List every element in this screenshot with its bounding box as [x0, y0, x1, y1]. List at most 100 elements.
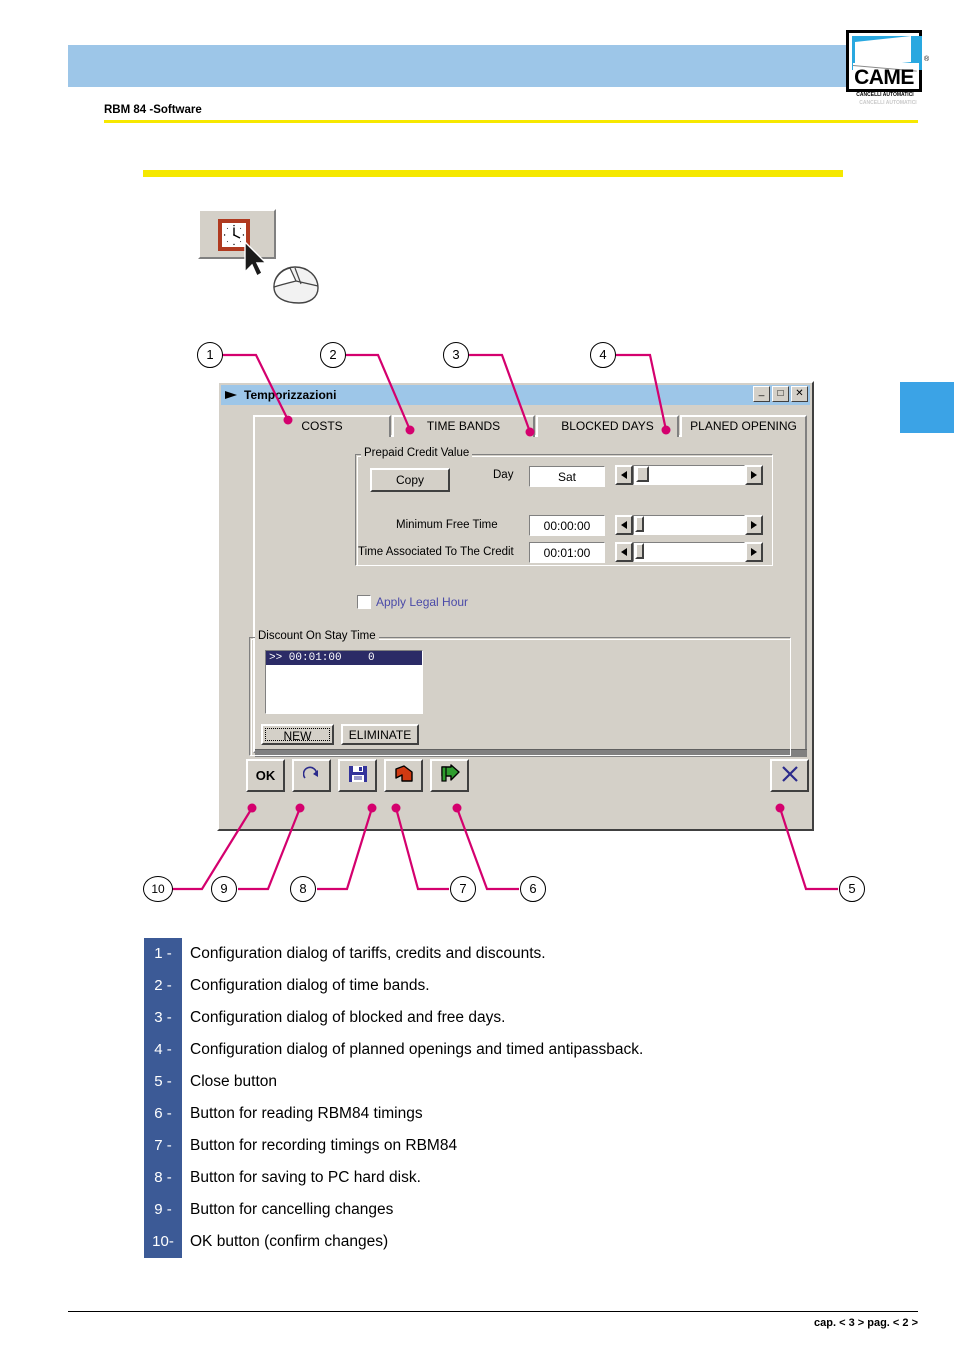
- tab-blocked-days-label: BLOCKED DAYS: [561, 419, 654, 433]
- tab-strip: COSTS TIME BANDS BLOCKED DAYS PLANED OPE…: [253, 415, 807, 437]
- minfree-scroll-track[interactable]: [633, 515, 745, 535]
- arrow-right-icon: [751, 548, 757, 556]
- registered-trademark-icon: ®: [924, 56, 930, 63]
- dialog-title: Temporizzazioni: [244, 388, 337, 402]
- discount-listbox[interactable]: >> 00:01:00 0: [265, 650, 423, 714]
- dialog-toolbar: OK: [223, 759, 809, 798]
- floppy-disk-icon: [348, 764, 368, 787]
- red-arrow-up-icon: [393, 764, 415, 787]
- legend-item: 4 - Configuration dialog of planned open…: [144, 1034, 904, 1066]
- tab-costs-label: COSTS: [301, 419, 343, 433]
- legend-number: 8 -: [144, 1162, 182, 1194]
- legend-text: Button for recording timings on RBM84: [190, 1137, 458, 1154]
- copy-button-label: Copy: [395, 473, 424, 487]
- legend-number: 5 -: [144, 1066, 182, 1098]
- day-scroll-right-button[interactable]: [745, 465, 763, 485]
- tab-planed-opening[interactable]: PLANED OPENING: [680, 415, 807, 437]
- legend-item: 2 - Configuration dialog of time bands.: [144, 970, 904, 1002]
- apply-legal-hour-label[interactable]: Apply Legal Hour: [376, 595, 468, 609]
- minimum-free-time-value[interactable]: 00:00:00: [529, 515, 605, 536]
- day-scroll-left-button[interactable]: [615, 465, 633, 485]
- legend-number: 2 -: [144, 970, 182, 1002]
- read-from-rbm84-button[interactable]: [430, 759, 469, 792]
- save-to-disk-button[interactable]: [338, 759, 377, 792]
- header-band: [68, 45, 851, 87]
- ok-button[interactable]: OK: [246, 759, 285, 792]
- legend-number: 9 -: [144, 1194, 182, 1226]
- legend-text: Configuration dialog of tariffs, credits…: [190, 945, 546, 962]
- legend-number: 1 -: [144, 938, 182, 970]
- new-discount-button[interactable]: NEW: [261, 724, 334, 745]
- title-underline-rule: [104, 120, 918, 123]
- eliminate-discount-button[interactable]: ELIMINATE: [341, 724, 419, 745]
- copy-button[interactable]: Copy: [370, 468, 450, 492]
- day-scroll-thumb[interactable]: [636, 466, 649, 482]
- credit-scroll-right-button[interactable]: [745, 542, 763, 562]
- time-associated-to-credit-value[interactable]: 00:01:00: [529, 542, 605, 563]
- apply-legal-hour-checkbox[interactable]: [357, 595, 371, 609]
- arrow-left-icon: [621, 521, 627, 529]
- footer-rule: [68, 1311, 918, 1312]
- legend-text: Button for saving to PC hard disk.: [190, 1169, 421, 1186]
- tab-blocked-days[interactable]: BLOCKED DAYS: [536, 415, 679, 437]
- day-value[interactable]: Sat: [529, 466, 605, 487]
- tab-time-bands[interactable]: TIME BANDS: [392, 415, 535, 437]
- callout-2: 2: [320, 342, 346, 368]
- legend-item: 7 - Button for recording timings on RBM8…: [144, 1130, 904, 1162]
- credit-scroll-thumb[interactable]: [635, 543, 644, 559]
- app-arrow-icon: [224, 389, 240, 401]
- came-logo: CAME CANCELLI AUTOMATICI CANCELLI AUTOMA…: [846, 30, 936, 108]
- tab-time-bands-label: TIME BANDS: [426, 419, 501, 433]
- x-close-icon: [780, 764, 800, 787]
- time-associated-to-credit-label: Time Associated To The Credit: [358, 546, 514, 558]
- legend-text: OK button (confirm changes): [190, 1233, 389, 1250]
- legend-item: 10- OK button (confirm changes): [144, 1226, 904, 1258]
- legend-text: Button for cancelling changes: [190, 1201, 394, 1218]
- maximize-button[interactable]: □: [772, 386, 789, 402]
- page-title: RBM 84 -Software: [104, 104, 202, 116]
- day-scroll-track[interactable]: [633, 465, 745, 485]
- legend-number: 6 -: [144, 1098, 182, 1130]
- credit-scroll-track[interactable]: [633, 542, 745, 562]
- callout-9: 9: [211, 876, 237, 902]
- minimize-button[interactable]: _: [753, 386, 770, 402]
- arrow-left-icon: [621, 471, 627, 479]
- cancel-changes-button[interactable]: [292, 759, 331, 792]
- mouse-device-icon: [268, 265, 320, 305]
- list-item[interactable]: >> 00:01:00 0: [266, 651, 422, 665]
- tab-planed-opening-label: PLANED OPENING: [690, 419, 797, 433]
- logo-tagline: CANCELLI AUTOMATICI: [856, 92, 914, 98]
- minfree-scroll-thumb[interactable]: [635, 516, 644, 532]
- callout-3: 3: [443, 342, 469, 368]
- write-to-rbm84-button[interactable]: [384, 759, 423, 792]
- day-label: Day: [493, 469, 514, 481]
- legend-text: Configuration dialog of blocked and free…: [190, 1009, 506, 1026]
- day-scrollbar[interactable]: [615, 465, 763, 485]
- credit-scroll-left-button[interactable]: [615, 542, 633, 562]
- legend-item: 8 - Button for saving to PC hard disk.: [144, 1162, 904, 1194]
- arrow-right-icon: [751, 521, 757, 529]
- close-window-button[interactable]: ✕: [791, 386, 808, 402]
- callout-1: 1: [197, 342, 223, 368]
- callout-6: 6: [520, 876, 546, 902]
- tab-costs[interactable]: COSTS: [253, 415, 391, 437]
- callout-10: 10: [143, 876, 173, 902]
- arrow-right-icon: [751, 471, 757, 479]
- legend-number: 3 -: [144, 1002, 182, 1034]
- eliminate-discount-button-label: ELIMINATE: [348, 728, 412, 742]
- dialog-titlebar[interactable]: Temporizzazioni _ □ ✕: [221, 385, 810, 405]
- section-rule: [143, 170, 843, 177]
- redo-arrow-icon: [302, 766, 321, 785]
- callout-5: 5: [839, 876, 865, 902]
- minfree-scroll-right-button[interactable]: [745, 515, 763, 535]
- close-button[interactable]: [770, 759, 809, 792]
- time-associated-scrollbar[interactable]: [615, 542, 763, 562]
- ok-button-label: OK: [255, 768, 276, 783]
- legend-number: 4 -: [144, 1034, 182, 1066]
- legend-text: Configuration dialog of time bands.: [190, 977, 430, 994]
- minimum-free-time-scrollbar[interactable]: [615, 515, 763, 535]
- chapter-tab-marker: [900, 382, 954, 433]
- legend-number: 10-: [144, 1226, 182, 1258]
- minfree-scroll-left-button[interactable]: [615, 515, 633, 535]
- legend-text: Button for reading RBM84 timings: [190, 1105, 423, 1122]
